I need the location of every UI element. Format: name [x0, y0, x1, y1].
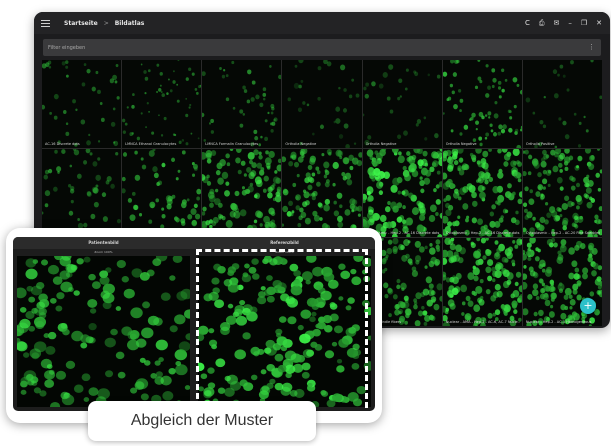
- filter-placeholder: Filter eingeben: [48, 44, 86, 51]
- filter-input[interactable]: Filter eingeben ⋮: [43, 39, 601, 56]
- caption: Abgleich der Muster: [88, 401, 316, 441]
- atlas-tile[interactable]: LMNCA Formalin Granulocytes: [202, 60, 282, 148]
- fluorescence-image: [525, 60, 602, 148]
- tile-label: Ortholia Negative: [285, 142, 317, 146]
- atlas-tile[interactable]: Ortholia Positive: [522, 60, 602, 148]
- reference-image-title: Referenzbild: [194, 237, 375, 249]
- fluorescence-image: [42, 149, 121, 237]
- more-options-icon[interactable]: ⋮: [588, 44, 595, 51]
- atlas-tile[interactable]: Cytoplasmic - Hep-2 - AC-20 Fine Speckle…: [522, 149, 602, 237]
- fluorescence-image: [362, 64, 440, 146]
- atlas-tile[interactable]: LMNCA Ethanol Granulocytes: [122, 60, 202, 148]
- tile-label: Ortholia Positive: [525, 142, 555, 146]
- atlas-tile[interactable]: Ortholia Negative: [442, 60, 522, 148]
- comparison-panel: Patientenbild Zoom 100% Referenzbild Zoo…: [6, 228, 382, 423]
- comparison-viewer: Patientenbild Zoom 100% Referenzbild Zoo…: [13, 237, 375, 411]
- atlas-tile[interactable]: Cytoplasmic - Hep-2 - AC-16 Filamentous: [282, 149, 362, 237]
- tile-label: Cytoplasmic - Hep-2 - AC-20 Fine Speckle…: [525, 231, 600, 235]
- tile-label: AC-16 Discrete dots: [45, 142, 80, 146]
- atlas-tile[interactable]: Ortholia Positive: [42, 149, 122, 237]
- fluorescence-image: [202, 60, 282, 147]
- fluorescence-image: [202, 149, 282, 237]
- reference-image[interactable]: [198, 256, 371, 407]
- fluorescence-image: [362, 149, 442, 237]
- fluorescence-image: [522, 149, 602, 237]
- breadcrumb-current[interactable]: Bildatlas: [115, 20, 145, 27]
- refresh-icon[interactable]: C: [525, 19, 530, 27]
- atlas-tile[interactable]: Cytoplasmic - Hep-2 - AC-15 Linear/actin: [202, 149, 282, 237]
- maximize-icon[interactable]: ❐: [581, 19, 587, 27]
- mail-icon[interactable]: ✉: [553, 19, 559, 27]
- breadcrumb-separator: >: [103, 19, 109, 27]
- tile-label: Nuclear - Hep-2 - AC-1 Homogeneous: [525, 320, 592, 324]
- tile-label: Ortholia Negative: [445, 142, 477, 146]
- fluorescence-image: [42, 60, 120, 147]
- minimize-icon[interactable]: –: [568, 19, 572, 27]
- tile-label: Cytoplasmic - Hep-2 - AC-16 Discrete dot…: [445, 231, 520, 235]
- print-icon[interactable]: ⎙: [539, 19, 545, 27]
- close-icon[interactable]: ✕: [596, 19, 602, 27]
- fluorescence-image: [287, 60, 360, 148]
- tile-label: LMNCA Formalin Granulocytes: [205, 142, 259, 146]
- breadcrumb-home[interactable]: Startseite: [64, 20, 98, 27]
- reference-image-pane: Referenzbild Zoom 100%: [194, 237, 375, 411]
- patient-zoom-level: Zoom 100%: [94, 250, 113, 254]
- atlas-tile[interactable]: AC-16 Discrete dots: [42, 60, 122, 148]
- patient-image-title: Patientenbild: [13, 237, 194, 249]
- fluorescence-image: [442, 149, 522, 237]
- add-button[interactable]: +: [580, 298, 596, 314]
- fluorescence-image: [442, 238, 522, 326]
- atlas-tile[interactable]: Ortholia Negative: [362, 60, 442, 148]
- tile-label: Ortholia Negative: [365, 142, 397, 146]
- fluorescence-image: [122, 149, 202, 237]
- titlebar: Startseite > Bildatlas C ⎙ ✉ – ❐ ✕: [34, 12, 610, 34]
- atlas-tile[interactable]: Cytoplasmic - Hep-2 - AC-16 Discrete dot…: [442, 149, 522, 237]
- tile-label: Nuclear - AMA - Hep-2 - AC-6, AC-7 Nucle…: [445, 320, 520, 324]
- menu-icon[interactable]: [41, 19, 50, 27]
- breadcrumb: Startseite > Bildatlas: [64, 20, 144, 27]
- window-actions: C ⎙ ✉ – ❐ ✕: [525, 19, 602, 27]
- fluorescence-image: [282, 149, 362, 237]
- atlas-tile[interactable]: Cytoplasmic - Hep-2 - AC-16 Discrete dot…: [362, 149, 442, 237]
- atlas-tile[interactable]: Ortholia Positive: [122, 149, 202, 237]
- atlas-tile[interactable]: Nuclear - AMA - Hep-2 - AC-6, AC-7 Nucle…: [442, 238, 522, 326]
- patient-image[interactable]: [17, 256, 190, 407]
- fluorescence-image: [122, 60, 202, 146]
- patient-image-pane: Patientenbild Zoom 100%: [13, 237, 194, 411]
- reference-zoom-level: Zoom 100%: [275, 250, 294, 254]
- tile-label: LMNCA Ethanol Granulocytes: [125, 142, 177, 146]
- atlas-tile[interactable]: Ortholia Negative: [282, 60, 362, 148]
- fluorescence-image: [442, 60, 522, 148]
